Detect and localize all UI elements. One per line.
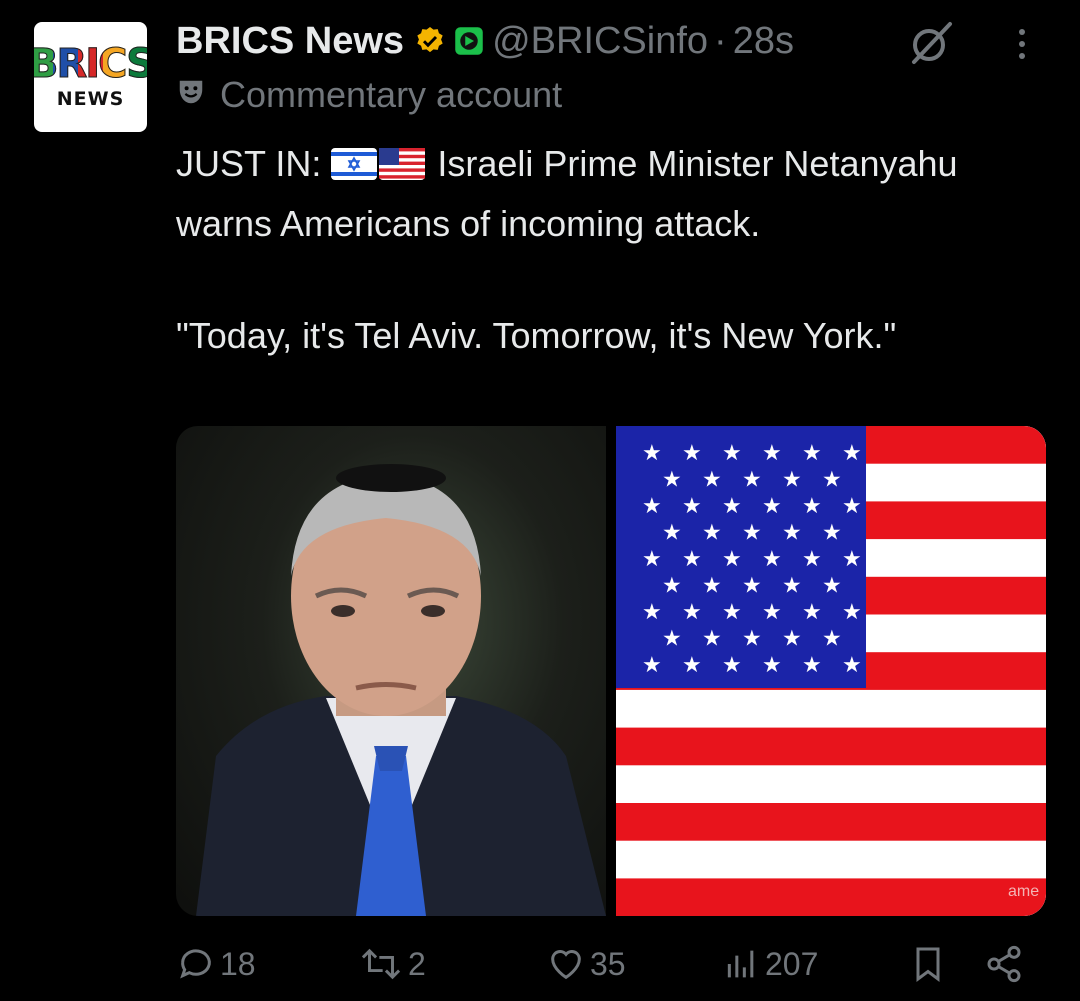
- post-text: JUST IN: Israeli Prime Minister Netanyah…: [176, 136, 1056, 364]
- media-gap: [606, 426, 616, 916]
- affiliate-icon: [454, 26, 484, 56]
- flag-star: ★: [742, 521, 762, 546]
- bookmark-button[interactable]: [908, 944, 952, 984]
- post-prefix: JUST IN:: [176, 143, 332, 184]
- flag-star: ★: [842, 600, 862, 625]
- reply-count: 18: [220, 945, 256, 982]
- flag-star: ★: [762, 494, 782, 519]
- flag-star: ★: [802, 441, 822, 466]
- repost-button[interactable]: 2: [358, 944, 426, 984]
- flag-star: ★: [722, 547, 742, 572]
- account-label: Commentary account: [176, 74, 562, 116]
- israel-flag-icon: [331, 140, 378, 196]
- avatar[interactable]: BRICS NEWS: [34, 22, 147, 132]
- flag-star: ★: [702, 627, 722, 652]
- author-handle[interactable]: @BRICSinfo: [492, 20, 708, 63]
- flag-star: ★: [782, 521, 802, 546]
- flag-star: ★: [682, 600, 702, 625]
- post-time[interactable]: 28s: [733, 20, 794, 63]
- flag-star: ★: [802, 494, 822, 519]
- portrait-photo[interactable]: [176, 426, 606, 916]
- flag-star: ★: [702, 468, 722, 493]
- flag-star: ★: [662, 574, 682, 599]
- like-button[interactable]: 35: [546, 944, 626, 984]
- action-bar: 18 2 35 207: [176, 944, 1050, 992]
- flag-star: ★: [822, 468, 842, 493]
- repost-icon: [361, 948, 401, 980]
- flag-star: ★: [682, 494, 702, 519]
- flag-star: ★: [842, 441, 862, 466]
- flag-star: ★: [762, 600, 782, 625]
- separator-dot: ·: [714, 19, 727, 62]
- share-icon: [987, 945, 1021, 983]
- flag-star: ★: [722, 653, 742, 678]
- flag-star: ★: [702, 521, 722, 546]
- flag-star: ★: [742, 574, 762, 599]
- flag-star: ★: [802, 547, 822, 572]
- flag-star: ★: [842, 653, 862, 678]
- flag-star: ★: [702, 574, 722, 599]
- flag-star: ★: [842, 494, 862, 519]
- author-name[interactable]: BRICS News: [176, 20, 404, 63]
- flag-star: ★: [642, 600, 662, 625]
- flag-star: ★: [662, 468, 682, 493]
- flag-star: ★: [642, 653, 662, 678]
- views-count: 207: [765, 945, 819, 982]
- like-count: 35: [590, 945, 626, 982]
- flag-star: ★: [722, 600, 742, 625]
- bookmark-icon: [916, 947, 940, 982]
- flag-star: ★: [742, 627, 762, 652]
- verified-badge-icon: [414, 25, 446, 57]
- grok-icon[interactable]: [906, 18, 956, 73]
- flag-star: ★: [762, 653, 782, 678]
- theater-mask-icon: [176, 74, 206, 116]
- logo-brics: BRICS: [34, 44, 147, 85]
- flag-star: ★: [682, 653, 702, 678]
- flag-star: ★: [642, 547, 662, 572]
- watermark-text: ame: [1008, 883, 1039, 900]
- flag-star: ★: [642, 494, 662, 519]
- commentary-label: Commentary account: [220, 74, 563, 115]
- flag-star: ★: [802, 600, 822, 625]
- repost-count: 2: [408, 945, 426, 982]
- flag-star: ★: [662, 521, 682, 546]
- flag-star: ★: [682, 547, 702, 572]
- flag-star: ★: [722, 441, 742, 466]
- views-button[interactable]: 207: [721, 944, 818, 984]
- reply-icon: [180, 949, 211, 979]
- flag-star: ★: [722, 494, 742, 519]
- flag-star: ★: [782, 468, 802, 493]
- flag-star: ★: [682, 441, 702, 466]
- flag-star: ★: [822, 574, 842, 599]
- flag-star: ★: [822, 521, 842, 546]
- flag-star: ★: [782, 627, 802, 652]
- flag-star: ★: [822, 627, 842, 652]
- us-flag-icon: [379, 140, 426, 196]
- flag-star: ★: [762, 547, 782, 572]
- flag-star: ★: [662, 627, 682, 652]
- more-options-icon[interactable]: [1012, 26, 1032, 71]
- flag-star: ★: [842, 547, 862, 572]
- flag-star: ★: [642, 441, 662, 466]
- flag-star: ★: [762, 441, 782, 466]
- flag-star: ★: [782, 574, 802, 599]
- views-icon: [727, 950, 754, 978]
- us-flag-image[interactable]: ★ ★ ★ ★ ★ ★ ★ ★ ★ ★ ★ ★ ★ ★ ★ ★ ★ ★ ★ ★ ★ ★ ★ ★ ★ ★ ★ ★ ★ ★ ★ ★ ★ ★ ★ ★ ★ ★ ★ ★…: [616, 426, 1046, 916]
- post-media[interactable]: ★ ★ ★ ★ ★ ★ ★ ★ ★ ★ ★ ★ ★ ★ ★ ★ ★ ★ ★ ★ ★ ★ ★ ★ ★ ★ ★ ★ ★ ★ ★ ★ ★ ★ ★ ★ ★ ★ ★ ★…: [176, 426, 1046, 916]
- reply-button[interactable]: 18: [176, 944, 256, 984]
- share-button[interactable]: [984, 944, 1028, 984]
- flag-star: ★: [802, 653, 822, 678]
- flag-star: ★: [742, 468, 762, 493]
- logo-news: NEWS: [56, 88, 125, 110]
- heart-icon: [551, 950, 581, 980]
